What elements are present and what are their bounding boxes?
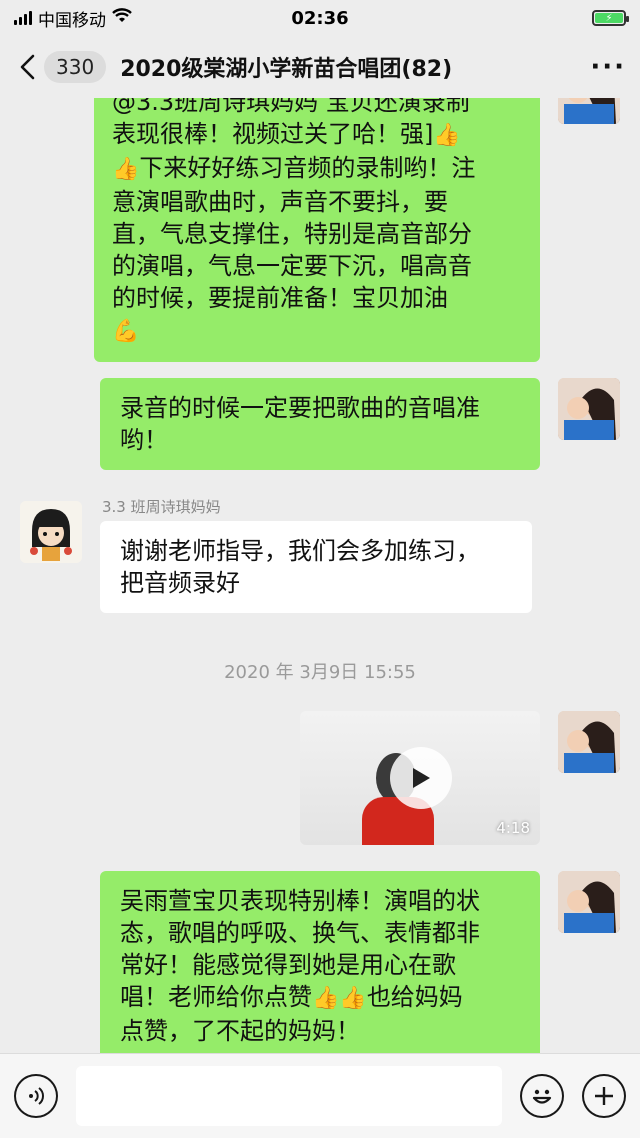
wifi-icon [112, 8, 132, 28]
message-bubble[interactable]: 谢谢老师指导，我们会多加练习， 把音频录好 [100, 521, 532, 613]
chat-area[interactable]: @3.3班周诗琪妈妈 宝贝还演录制 表现很棒！视频过关了哈！强]👍 👍下来好好练… [0, 98, 640, 1053]
message-line: 表现很棒！视频过关了哈！强] [112, 120, 434, 148]
emoji-icon[interactable] [520, 1074, 565, 1118]
message-line: 态，歌唱的呼吸、换气、表情都非 [120, 919, 480, 947]
message-line: 把音频录好 [120, 569, 240, 597]
thumbs-up-emoji: 👍 [312, 986, 340, 1011]
plus-icon[interactable] [582, 1074, 627, 1118]
avatar[interactable] [558, 378, 620, 440]
status-time: 02:36 [291, 7, 349, 29]
thumbs-up-emoji: 👍 [339, 986, 367, 1011]
message-line: 的时候，要提前准备！宝贝加油 [112, 284, 448, 312]
timestamp: 2020 年 3月9日 15:55 [224, 662, 416, 683]
carrier-label: 中国移动 [38, 10, 106, 31]
unread-count-badge[interactable]: 330 [44, 51, 107, 83]
message-outgoing[interactable]: 录音的时候一定要把歌曲的音唱准 哟！ [100, 378, 540, 470]
voice-icon[interactable] [14, 1074, 58, 1118]
message-bubble[interactable]: 录音的时候一定要把歌曲的音唱准 哟！ [100, 378, 540, 470]
message-line: 的演唱，气息一定要下沉，唱高音 [112, 252, 472, 280]
message-line: 常好！能感觉得到她是用心在歌 [120, 951, 456, 979]
message-bubble[interactable]: @3.3班周诗琪妈妈 宝贝还演录制 表现很棒！视频过关了哈！强]👍 👍下来好好练… [94, 98, 540, 362]
message-outgoing[interactable]: @3.3班周诗琪妈妈 宝贝还演录制 表现很棒！视频过关了哈！强]👍 👍下来好好练… [94, 98, 540, 362]
status-left: 中国移动 [14, 6, 132, 31]
more-icon[interactable]: ··· [576, 52, 626, 82]
video-message[interactable]: 4:18 [300, 711, 540, 845]
muscle-emoji: 💪 [112, 319, 140, 344]
message-line: 也给妈妈 [366, 983, 463, 1011]
message-line: 录音的时候一定要把歌曲的音唱准 [120, 394, 480, 422]
thumbs-up-emoji: 👍 [433, 123, 461, 148]
message-line: 唱！老师给你点赞 [120, 983, 312, 1011]
avatar[interactable] [558, 98, 620, 124]
message-line: 谢谢老师指导，我们会多加练习， [120, 537, 480, 565]
sender-name: 3.3 班周诗琪妈妈 [102, 498, 221, 516]
message-line: 吴雨萱宝贝表现特别棒！演唱的状 [120, 887, 480, 915]
signal-icon [14, 11, 32, 25]
thumbs-up-emoji: 👍 [112, 157, 140, 182]
message-outgoing[interactable]: 吴雨萱宝贝表现特别棒！演唱的状 态，歌唱的呼吸、换气、表情都非 常好！能感觉得到… [100, 871, 540, 1053]
message-line: 哟！ [120, 426, 168, 454]
message-input[interactable] [75, 1066, 503, 1126]
avatar[interactable] [20, 501, 82, 563]
status-bar: 中国移动 02:36 ⚡ [0, 0, 640, 36]
message-line: 下来好好练习音频的录制哟！注 [139, 154, 476, 182]
chat-header: 330 2020级棠湖小学新苗合唱团(82) ··· [0, 36, 640, 98]
avatar[interactable] [558, 711, 620, 773]
avatar[interactable] [558, 871, 620, 933]
video-duration: 4:18 [496, 819, 530, 837]
message-line: @3.3班周诗琪妈妈 宝贝还演录制 [112, 98, 470, 116]
play-icon[interactable] [390, 747, 452, 809]
message-bubble[interactable]: 吴雨萱宝贝表现特别棒！演唱的状 态，歌唱的呼吸、换气、表情都非 常好！能感觉得到… [100, 871, 540, 1053]
message-incoming[interactable]: 谢谢老师指导，我们会多加练习， 把音频录好 [100, 521, 532, 613]
back-icon[interactable] [14, 47, 40, 87]
message-line: 意演唱歌曲时，声音不要抖，要 [112, 188, 448, 216]
input-bar [0, 1053, 640, 1138]
message-line: 直，气息支撑住，特别是高音部分 [112, 220, 472, 248]
battery-icon: ⚡ [592, 10, 629, 26]
chat-title: 2020级棠湖小学新苗合唱团(82) [120, 57, 453, 82]
message-line: 点赞，了不起的妈妈！ [120, 1017, 360, 1045]
